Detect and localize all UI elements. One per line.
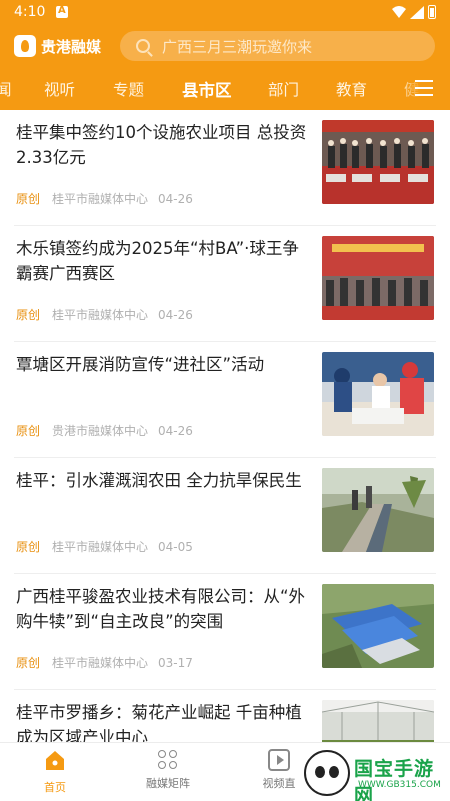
tab-audio-video[interactable]: 视听	[44, 78, 75, 100]
watermark-url: WWW.GB315.COM	[358, 780, 441, 790]
nav-home-label: 首页	[44, 781, 66, 794]
article-date: 04-05	[158, 540, 193, 554]
original-tag: 原创	[16, 540, 41, 554]
article-title: 木乐镇签约成为2025年“村BA”·球王争霸赛广西赛区	[16, 239, 299, 283]
list-item[interactable]: 广西桂平骏盈农业技术有限公司：从“外购牛犊”到“自主改良”的突围 原创 桂平市融媒…	[14, 574, 436, 690]
nav-media-matrix-label: 融媒矩阵	[146, 777, 190, 790]
app-logo: 贵港融媒	[14, 34, 101, 58]
article-source: 桂平市融媒体中心	[52, 540, 149, 554]
article-source: 桂平市融媒体中心	[52, 192, 149, 206]
status-time: 4:10	[14, 4, 46, 20]
signal-icon	[410, 6, 424, 19]
list-item[interactable]: 覃塘区开展消防宣传“进社区”活动 原创 贵港市融媒体中心 04-26	[14, 342, 436, 458]
original-tag: 原创	[16, 424, 41, 438]
search-icon	[136, 39, 150, 53]
logo-icon	[14, 35, 36, 57]
tab-departments[interactable]: 部门	[268, 78, 299, 100]
nav-media-matrix[interactable]: 融媒矩阵	[133, 749, 203, 791]
article-title: 广西桂平骏盈农业技术有限公司：从“外购牛犊”到“自主改良”的突围	[16, 587, 306, 631]
article-meta: 原创 桂平市融媒体中心 04-26	[16, 306, 193, 323]
article-title: 覃塘区开展消防宣传“进社区”活动	[16, 355, 265, 374]
article-source: 贵港市融媒体中心	[52, 424, 149, 438]
list-item[interactable]: 桂平市罗播乡：菊花产业崛起 千亩种植成为区域产业中心	[14, 690, 436, 742]
article-source: 桂平市融媒体中心	[52, 308, 149, 322]
notification-icon	[56, 5, 68, 18]
app-screen: 4:10 贵港融媒 广西三月三潮玩邀你来 闻 视听 专题 县市区 部门 教育	[0, 0, 450, 801]
watermark-logo: 国宝手游网 WWW.GB315.COM	[300, 748, 448, 801]
list-item[interactable]: 桂平集中签约10个设施农业项目 总投资2.33亿元 原创 桂平市融媒体中心 04-2…	[14, 110, 436, 226]
grid-icon	[157, 749, 179, 771]
article-meta: 原创 桂平市融媒体中心 04-26	[16, 190, 193, 207]
tab-counties[interactable]: 县市区	[182, 77, 232, 101]
article-thumbnail	[322, 236, 434, 320]
search-placeholder: 广西三月三潮玩邀你来	[162, 37, 313, 56]
home-icon	[46, 751, 64, 770]
article-source: 桂平市融媒体中心	[52, 656, 149, 670]
article-thumbnail	[322, 352, 434, 436]
list-item[interactable]: 桂平：引水灌溉润农田 全力抗旱保民生 原创 桂平市融媒体中心 04-05	[14, 458, 436, 574]
tab-topics[interactable]: 专题	[113, 78, 144, 100]
article-date: 04-26	[158, 424, 193, 438]
article-thumbnail	[322, 120, 434, 204]
battery-icon	[428, 5, 436, 19]
search-bar[interactable]: 广西三月三潮玩邀你来	[120, 31, 435, 61]
nav-home[interactable]: 首页	[20, 749, 90, 795]
article-thumbnail	[322, 468, 434, 552]
panda-icon	[304, 750, 350, 796]
article-title: 桂平：引水灌溉润农田 全力抗旱保民生	[16, 471, 302, 490]
video-icon	[268, 749, 290, 771]
article-thumbnail	[322, 700, 434, 742]
original-tag: 原创	[16, 308, 41, 322]
article-title: 桂平市罗播乡：菊花产业崛起 千亩种植成为区域产业中心	[16, 703, 302, 742]
original-tag: 原创	[16, 192, 41, 206]
article-meta: 原创 贵港市融媒体中心 04-26	[16, 422, 193, 439]
app-name: 贵港融媒	[41, 37, 102, 56]
app-header: 4:10 贵港融媒 广西三月三潮玩邀你来 闻 视听 专题 县市区 部门 教育	[0, 0, 450, 110]
list-item[interactable]: 木乐镇签约成为2025年“村BA”·球王争霸赛广西赛区 原创 桂平市融媒体中心 04…	[14, 226, 436, 342]
article-date: 04-26	[158, 192, 193, 206]
menu-icon[interactable]	[415, 80, 433, 96]
wifi-icon	[392, 6, 406, 18]
tab-news[interactable]: 闻	[0, 78, 12, 100]
original-tag: 原创	[16, 656, 41, 670]
category-tabs: 闻 视听 专题 县市区 部门 教育 健	[0, 74, 450, 106]
article-thumbnail	[322, 584, 434, 668]
watermark-title: 国宝手游网	[354, 758, 435, 801]
article-title: 桂平集中签约10个设施农业项目 总投资2.33亿元	[16, 123, 307, 167]
article-date: 04-26	[158, 308, 193, 322]
article-date: 03-17	[158, 656, 193, 670]
article-meta: 原创 桂平市融媒体中心 04-05	[16, 538, 193, 555]
status-bar: 4:10	[0, 0, 450, 26]
article-meta: 原创 桂平市融媒体中心 03-17	[16, 654, 193, 671]
article-list: 桂平集中签约10个设施农业项目 总投资2.33亿元 原创 桂平市融媒体中心 04-2…	[0, 110, 450, 742]
tab-education[interactable]: 教育	[336, 78, 367, 100]
